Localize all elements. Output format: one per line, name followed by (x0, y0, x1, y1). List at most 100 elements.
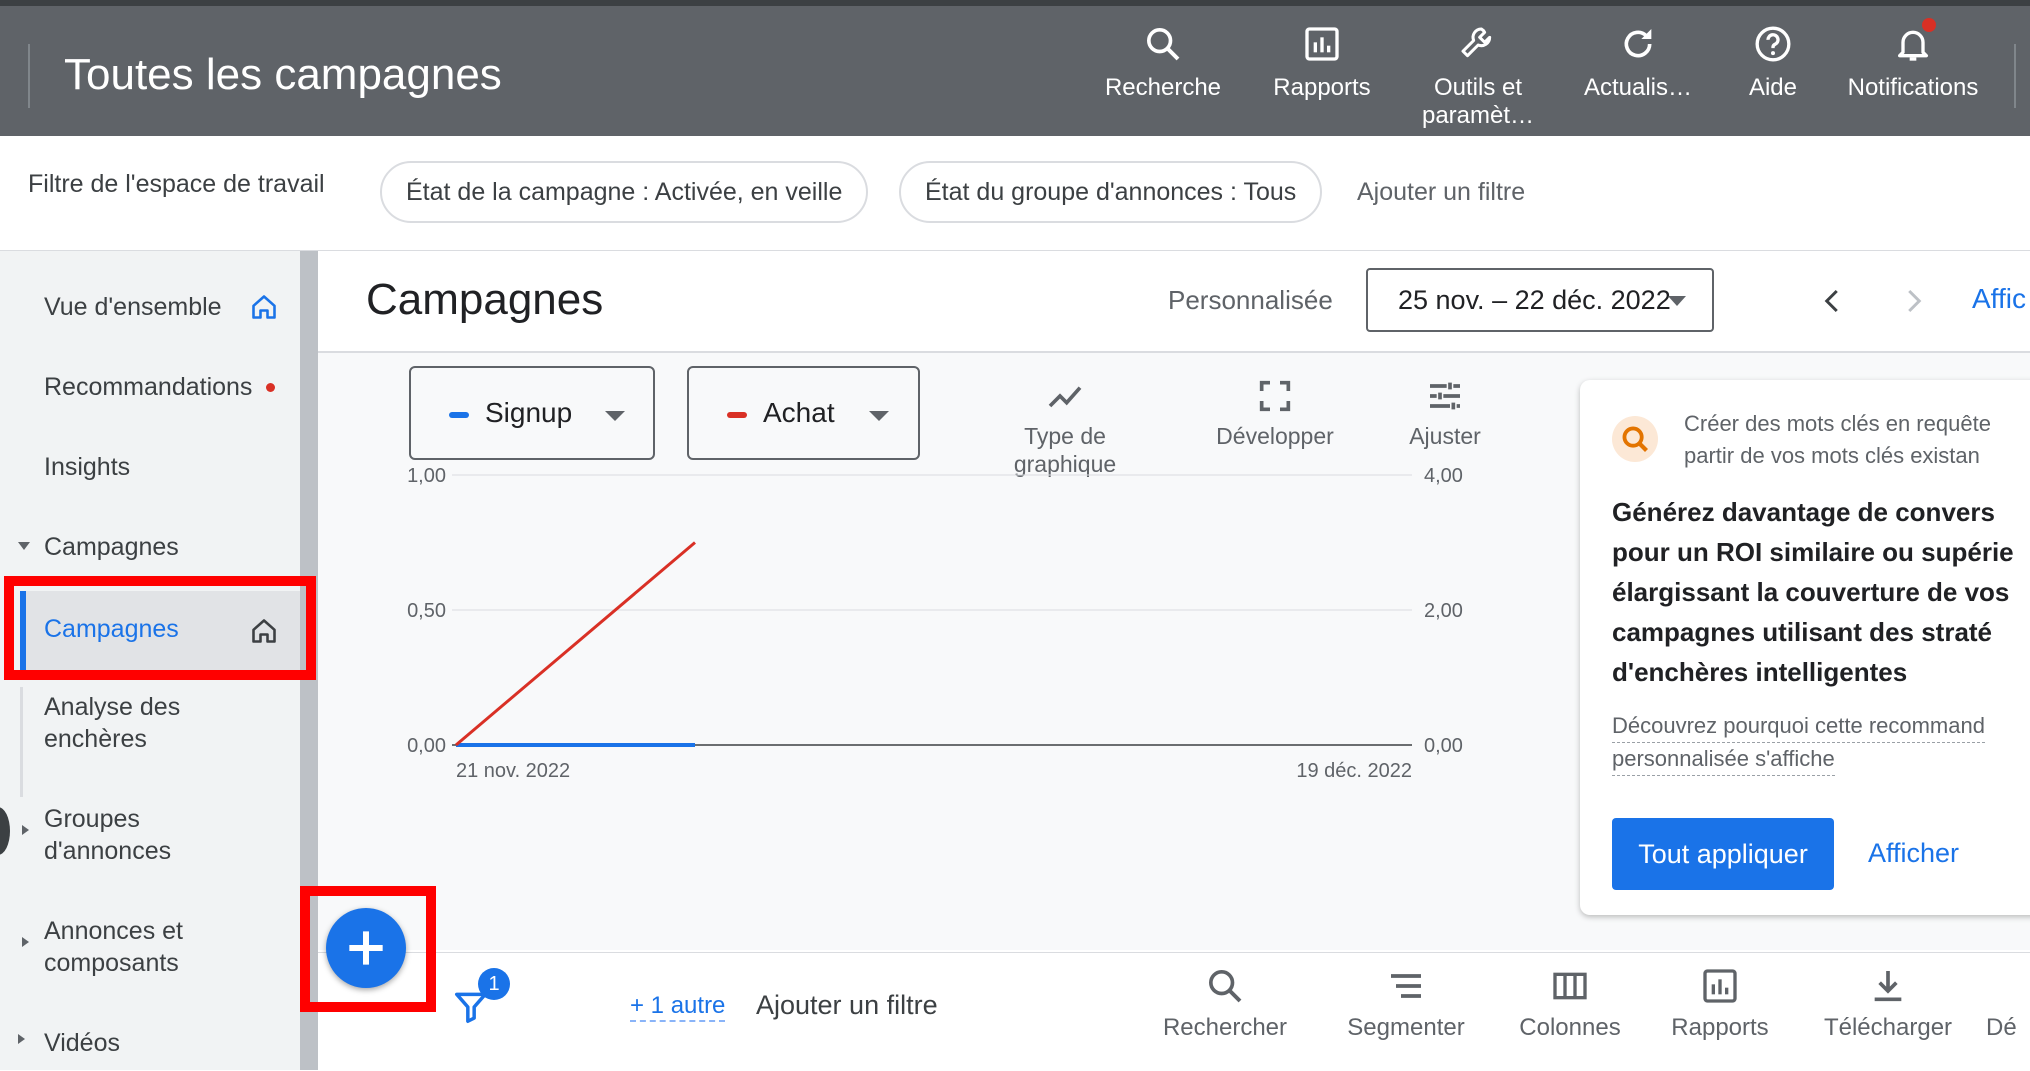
notifications-label: Notifications (1847, 74, 1979, 101)
search-label: Recherche (1104, 74, 1222, 101)
x-tick-label: 21 nov. 2022 (456, 760, 570, 782)
search-icon (1209, 970, 1242, 1003)
notification-dot (1922, 18, 1936, 32)
recommendation-header: Créer des mots clés en requête partir de… (1684, 408, 1991, 472)
legend-swatch-red (727, 412, 747, 418)
workspace-filter-bar: Filtre de l'espace de travail État de la… (0, 136, 2030, 251)
campaign-status-chip[interactable]: État de la campagne : Activée, en veille (380, 161, 869, 223)
top-app-bar: Toutes les campagnes Recherche Rapports … (0, 0, 2030, 136)
divider (2014, 44, 2016, 108)
add-filter-input[interactable]: Ajouter un filtre (756, 990, 938, 1021)
main-header: Campagnes Personnalisée 25 nov. – 22 déc… (318, 251, 2030, 353)
chevron-right-icon (22, 825, 29, 835)
reports-label: Rapports (1273, 74, 1371, 101)
line-chart-icon (1048, 386, 1082, 408)
adjust-button[interactable]: Ajuster (1390, 376, 1500, 450)
metric-selector-achat[interactable]: Achat (687, 366, 920, 460)
y-right-tick-label: 2,00 (1424, 600, 1463, 622)
apply-all-button[interactable]: Tout appliquer (1612, 818, 1834, 890)
toolbar-label: Colonnes (1519, 1014, 1621, 1041)
reports-table-button[interactable]: Rapports (1650, 966, 1790, 1042)
link-line: Découvrez pourquoi cette recommand (1612, 710, 1985, 743)
collapse-handle[interactable] (0, 807, 10, 855)
recommendation-icon-bg (1612, 416, 1658, 462)
segment-button[interactable]: Segmenter (1336, 966, 1476, 1042)
reports-button[interactable]: Rapports (1247, 24, 1397, 102)
expand-icon (1259, 380, 1291, 412)
series-line-achat (455, 541, 696, 747)
recommendations-badge (266, 383, 275, 392)
legend-swatch-blue (449, 412, 469, 418)
recommendation-card: Créer des mots clés en requête partir de… (1580, 380, 2030, 915)
dropdown-arrow-icon (605, 411, 625, 421)
filter-count-badge: 1 (478, 968, 510, 1000)
expand-label: Développer (1216, 423, 1334, 449)
sidebar-item-insights[interactable]: Insights (44, 451, 130, 483)
y-left-tick-label: 1,00 (407, 465, 446, 487)
toolbar-label: Segmenter (1347, 1014, 1465, 1041)
search-table-button[interactable]: Rechercher (1155, 966, 1295, 1042)
more-tools-button[interactable]: Dé (1986, 966, 2030, 1042)
more-filters-link[interactable]: + 1 autre (630, 992, 726, 1022)
add-filter-link[interactable]: Ajouter un filtre (1357, 178, 1525, 207)
sidebar-group-campaigns[interactable]: Campagnes (44, 531, 179, 563)
highlight-box-campaigns (4, 576, 316, 680)
refresh-label: Actualis… (1583, 74, 1693, 101)
search-icon (1147, 28, 1180, 61)
main-title: Campagnes (366, 275, 604, 324)
y-left-tick-label: 0,00 (407, 735, 446, 757)
dropdown-arrow-icon (1668, 296, 1686, 306)
chevron-right-icon[interactable] (1898, 283, 1928, 319)
toolbar-label: Rapports (1671, 1014, 1769, 1041)
show-recommendation-button[interactable]: Afficher (1868, 838, 1959, 869)
chevron-left-icon[interactable] (1818, 283, 1848, 319)
sidebar-item-overview[interactable]: Vue d'ensemble (44, 291, 222, 323)
why-recommendation-link[interactable]: Découvrez pourquoi cette recommand perso… (1612, 710, 1985, 776)
search-button[interactable]: Recherche (1088, 24, 1238, 102)
recommendation-header-line: partir de vos mots clés existan (1684, 443, 1980, 468)
body-line: élargissant la couverture de vos (1612, 577, 2010, 607)
chevron-down-icon (18, 542, 30, 550)
columns-icon (1553, 972, 1587, 1000)
show-link[interactable]: Affic (1972, 283, 2026, 315)
download-button[interactable]: Télécharger (1808, 966, 1968, 1042)
date-type-label: Personnalisée (1168, 285, 1333, 315)
y-right-tick-label: 0,00 (1424, 735, 1463, 757)
wrench-icon (1461, 27, 1492, 58)
sidebar-item-videos[interactable]: Vidéos (44, 1027, 120, 1059)
recommendation-body: Générez davantage de convers pour un ROI… (1612, 492, 2014, 692)
home-icon (252, 295, 276, 319)
sidebar-item-ad-groups[interactable]: Groupes d'annonces (44, 803, 244, 867)
help-button[interactable]: Aide (1698, 24, 1848, 102)
body-line: pour un ROI similaire ou supérie (1612, 537, 2014, 567)
body-line: campagnes utilisant des straté (1612, 617, 1993, 647)
tools-label: Outils et paramèt… (1421, 74, 1535, 129)
columns-button[interactable]: Colonnes (1500, 966, 1640, 1042)
expand-button[interactable]: Développer (1205, 376, 1345, 450)
recommendation-header-line: Créer des mots clés en requête (1684, 411, 1991, 436)
metric-selector-signup[interactable]: Signup (409, 366, 655, 460)
x-tick-label: 19 déc. 2022 (1296, 760, 1412, 782)
sidebar-item-ads-assets[interactable]: Annonces et composants (44, 915, 244, 979)
adgroup-status-chip[interactable]: État du groupe d'annonces : Tous (899, 161, 1323, 223)
tools-settings-button[interactable]: Outils et paramèt… (1403, 24, 1553, 130)
dropdown-arrow-icon (869, 411, 889, 421)
reports-icon (1703, 969, 1737, 1003)
body-line: d'enchères intelligentes (1612, 657, 1908, 687)
search-icon (1622, 426, 1648, 452)
chevron-right-icon (18, 1034, 25, 1044)
toolbar-label: Rechercher (1162, 1014, 1288, 1041)
refresh-button[interactable]: Actualis… (1563, 24, 1713, 102)
date-range-select[interactable]: 25 nov. – 22 déc. 2022 (1366, 268, 1714, 332)
toolbar-label: Télécharger (1823, 1014, 1953, 1041)
page-title: Toutes les campagnes (64, 50, 502, 99)
add-button[interactable] (326, 908, 406, 988)
notifications-button[interactable]: Notifications (1838, 18, 1988, 102)
sidebar-item-auction-insights[interactable]: Analyse des enchères (44, 691, 244, 755)
adjust-label: Ajuster (1409, 423, 1481, 449)
refresh-icon (1624, 29, 1652, 58)
body-line: Générez davantage de convers (1612, 497, 1995, 527)
sidebar-item-recommendations[interactable]: Recommandations (44, 371, 258, 403)
chevron-right-icon (22, 937, 29, 947)
reports-icon (1305, 27, 1339, 61)
